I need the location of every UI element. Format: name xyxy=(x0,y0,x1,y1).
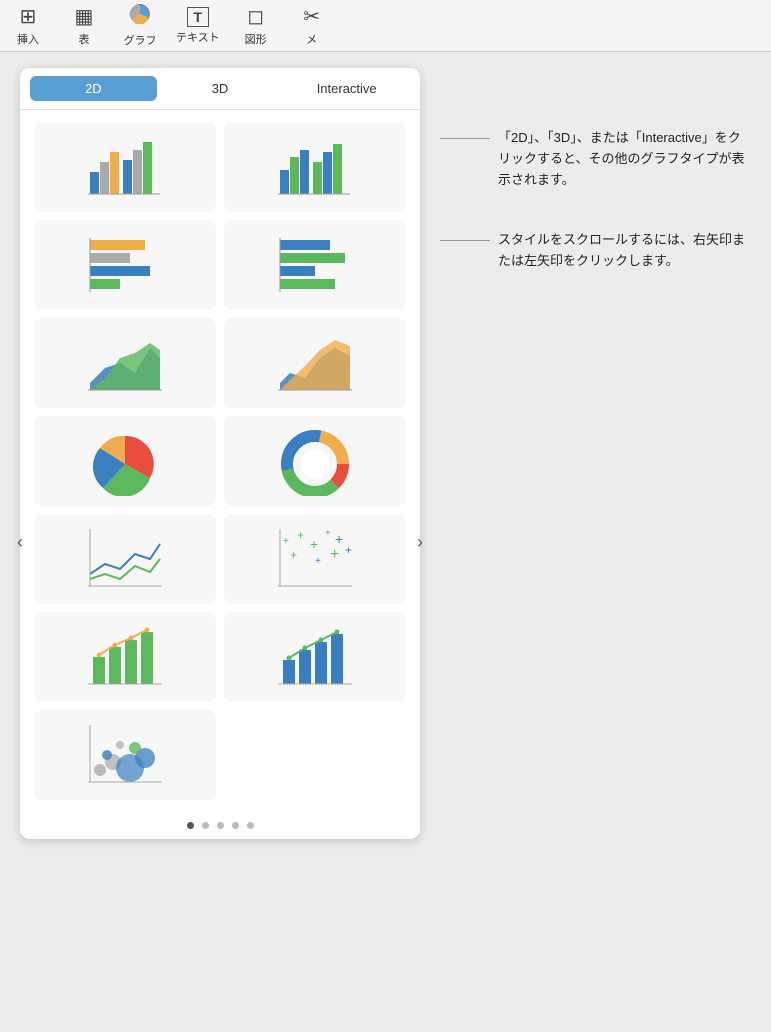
table-icon: ▦ xyxy=(75,4,94,29)
toolbar-shape[interactable]: ◻ 図形 xyxy=(236,4,276,47)
chart-cell-donut[interactable] xyxy=(224,416,406,506)
callout-arrows: スタイルをスクロールするには、右矢印または左矢印をクリックします。 xyxy=(440,230,751,272)
chart-cell-area-1[interactable] xyxy=(34,318,216,408)
arrow-right-button[interactable]: › xyxy=(406,528,434,556)
dot-1[interactable] xyxy=(187,822,194,829)
toolbar: ⊞ 挿入 ▦ 表 グラフ T テキスト ◻ 図形 xyxy=(0,0,771,52)
text-icon: T xyxy=(187,7,209,27)
svg-text:+: + xyxy=(330,546,339,563)
dot-5[interactable] xyxy=(247,822,254,829)
chart-cell-combo-1[interactable] xyxy=(34,612,216,702)
insert-icon: ⊞ xyxy=(20,4,37,29)
svg-text:+: + xyxy=(297,528,304,542)
tab-row: 2D 3D Interactive xyxy=(20,68,420,110)
chart-panel-wrapper: ‹ 2D 3D Interactive xyxy=(20,68,420,1016)
svg-text:+: + xyxy=(310,536,318,552)
arrow-left-button[interactable]: ‹ xyxy=(6,528,34,556)
chart-cell-bar-grouped-2[interactable] xyxy=(224,122,406,212)
svg-text:+: + xyxy=(283,536,289,547)
callout-text-1: 「2D」、「3D」、または「Interactive」をクリックすると、その他のグ… xyxy=(498,128,751,190)
media-label: メ xyxy=(306,31,317,47)
insert-label: 挿入 xyxy=(17,31,39,47)
tab-2d[interactable]: 2D xyxy=(30,76,157,101)
chart-cell-bar-grouped-1[interactable] xyxy=(34,122,216,212)
pagination xyxy=(20,812,420,839)
svg-text:+: + xyxy=(315,556,321,567)
svg-text:+: + xyxy=(345,543,352,557)
chart-cell-hbar-1[interactable] xyxy=(34,220,216,310)
callout-line-2 xyxy=(440,240,490,241)
media-icon: ✂ xyxy=(303,4,320,29)
dot-3[interactable] xyxy=(217,822,224,829)
chart-cell-line-1[interactable] xyxy=(34,514,216,604)
chart-cell-hbar-2[interactable] xyxy=(224,220,406,310)
tab-3d[interactable]: 3D xyxy=(157,76,284,101)
toolbar-media[interactable]: ✂ メ xyxy=(292,4,332,47)
page-wrapper: ⊞ 挿入 ▦ 表 グラフ T テキスト ◻ 図形 xyxy=(0,0,771,1032)
chart-grid: + + + + + + + + + xyxy=(20,110,420,812)
callout-text-2: スタイルをスクロールするには、右矢印または左矢印をクリックします。 xyxy=(498,230,751,272)
svg-text:+: + xyxy=(325,528,331,539)
toolbar-table[interactable]: ▦ 表 xyxy=(64,4,104,47)
chart-cell-pie[interactable] xyxy=(34,416,216,506)
dot-4[interactable] xyxy=(232,822,239,829)
shape-icon: ◻ xyxy=(247,4,264,29)
toolbar-chart[interactable]: グラフ xyxy=(120,4,160,48)
svg-text:+: + xyxy=(335,531,343,547)
shape-label: 図形 xyxy=(245,31,267,47)
chart-cell-area-2[interactable] xyxy=(224,318,406,408)
callout-tabs: 「2D」、「3D」、または「Interactive」をクリックすると、その他のグ… xyxy=(440,128,751,190)
svg-text:+: + xyxy=(290,548,297,562)
main-layout: ‹ 2D 3D Interactive xyxy=(0,52,771,1032)
toolbar-insert[interactable]: ⊞ 挿入 xyxy=(8,4,48,47)
chart-icon xyxy=(129,4,151,30)
chart-label: グラフ xyxy=(124,32,157,48)
dot-2[interactable] xyxy=(202,822,209,829)
annotations: 「2D」、「3D」、または「Interactive」をクリックすると、その他のグ… xyxy=(440,68,751,1016)
tab-interactive[interactable]: Interactive xyxy=(283,76,410,101)
toolbar-text[interactable]: T テキスト xyxy=(176,7,220,45)
text-label: テキスト xyxy=(176,29,220,45)
chart-cell-combo-2[interactable] xyxy=(224,612,406,702)
table-label: 表 xyxy=(79,31,90,47)
callout-line-1 xyxy=(440,138,490,139)
chart-panel: 2D 3D Interactive xyxy=(20,68,420,839)
chart-cell-scatter[interactable]: + + + + + + + + + xyxy=(224,514,406,604)
chart-cell-bubble[interactable] xyxy=(34,710,216,800)
